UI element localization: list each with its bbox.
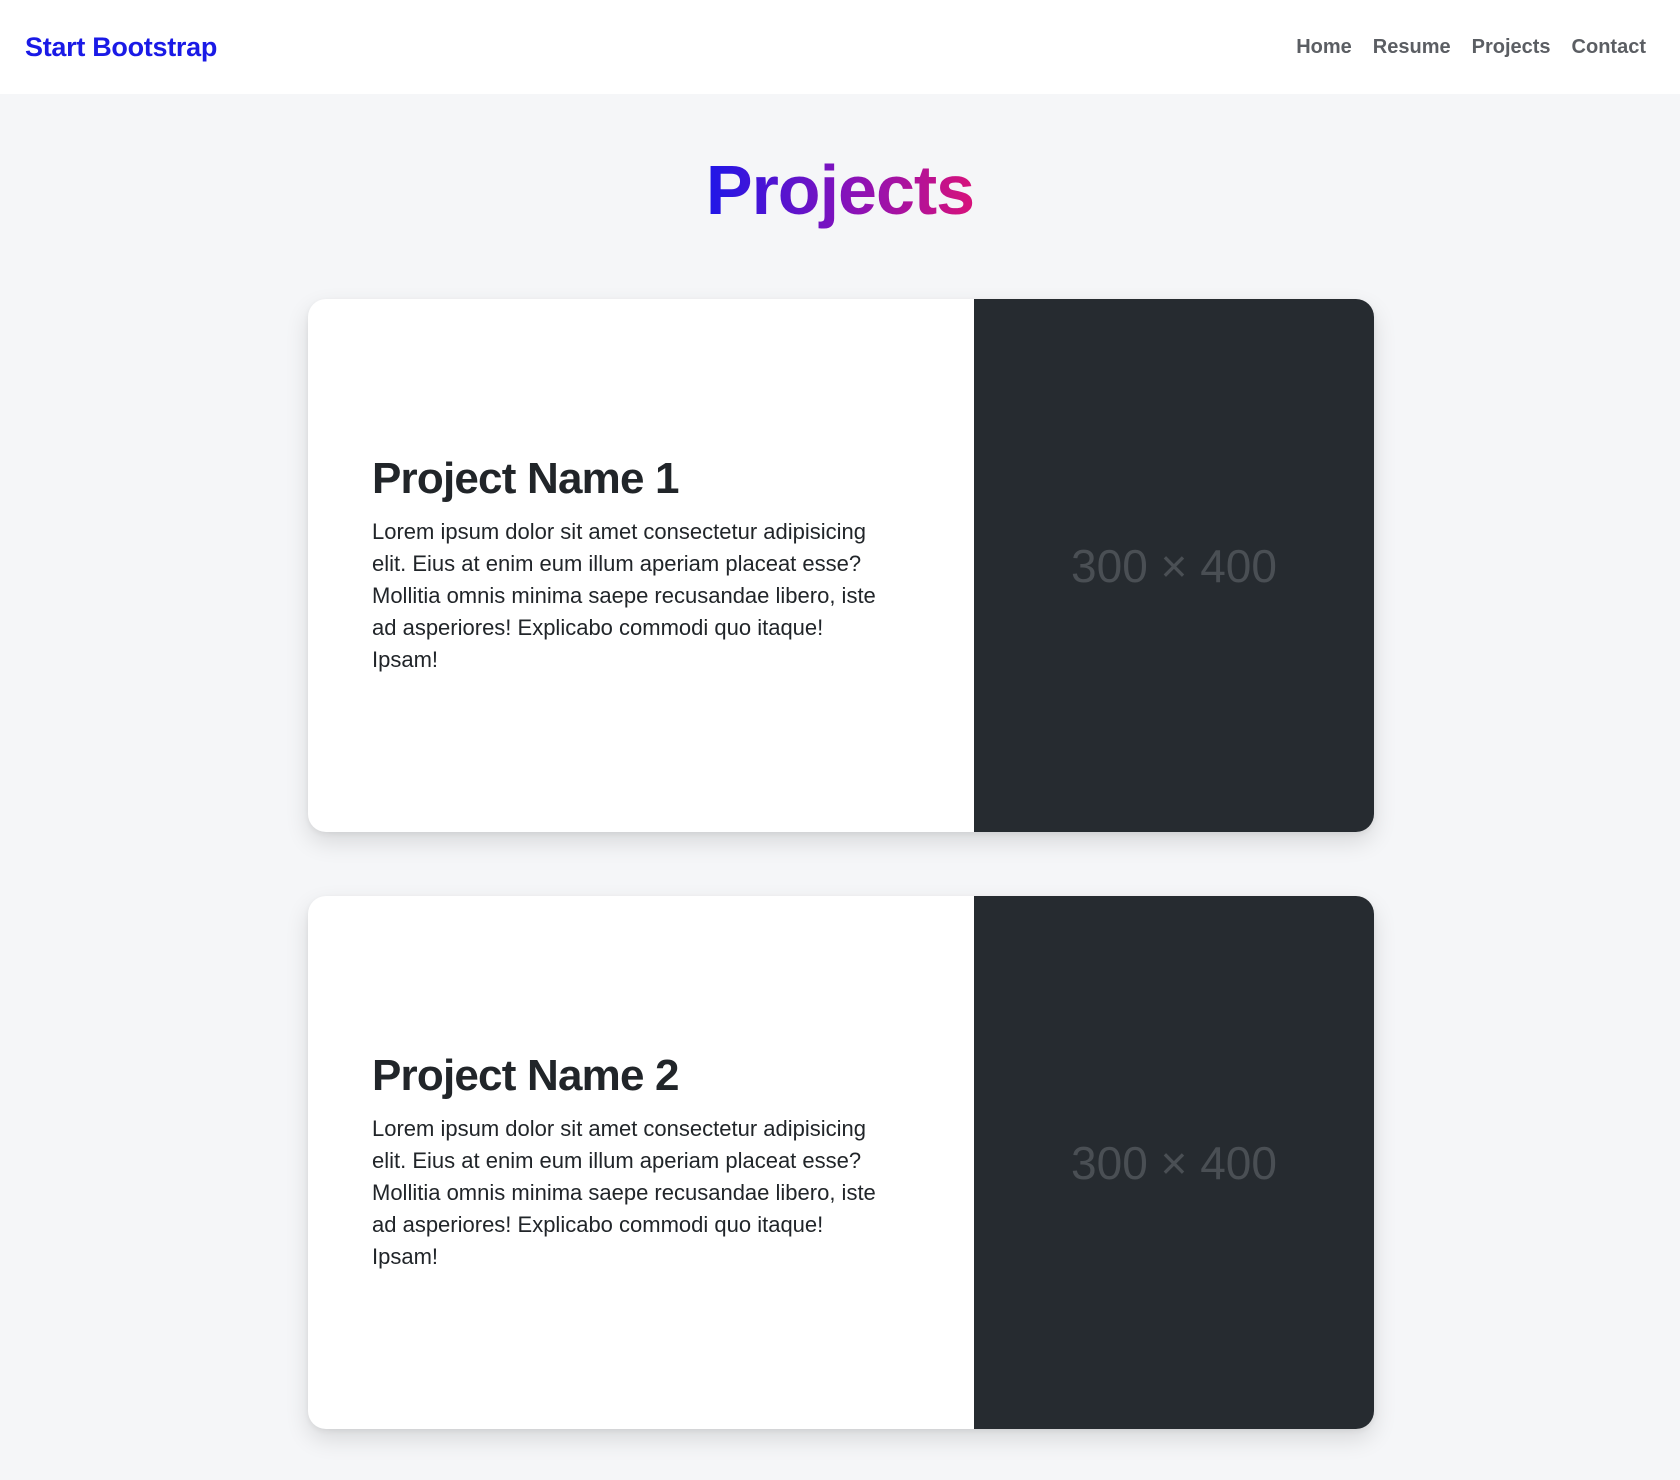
placeholder-dimensions-label: 300 × 400 (1071, 539, 1277, 592)
nav-link-home[interactable]: Home (1296, 36, 1352, 59)
placeholder-dimensions-label: 300 × 400 (1071, 1136, 1277, 1189)
project-image-placeholder: 300 × 400 (974, 299, 1374, 832)
project-image-placeholder: 300 × 400 (974, 896, 1374, 1429)
nav-link-projects[interactable]: Projects (1472, 36, 1551, 59)
project-title: Project Name 1 (372, 454, 680, 504)
brand-link[interactable]: Start Bootstrap (25, 32, 217, 63)
project-card-1: Project Name 1 Lorem ipsum dolor sit ame… (308, 299, 1374, 832)
page-title: Projects (0, 150, 1680, 231)
nav-link-contact[interactable]: Contact (1572, 36, 1646, 59)
navbar: Start Bootstrap Home Resume Projects Con… (0, 0, 1680, 94)
project-description: Lorem ipsum dolor sit amet consectetur a… (372, 1115, 876, 1269)
page-title-text: Projects (705, 151, 975, 229)
project-card-body: Project Name 1 Lorem ipsum dolor sit ame… (308, 299, 974, 832)
project-card-2: Project Name 2 Lorem ipsum dolor sit ame… (308, 896, 1374, 1429)
project-card-body: Project Name 2 Lorem ipsum dolor sit ame… (308, 896, 974, 1429)
project-title: Project Name 2 (372, 1051, 680, 1101)
nav-links: Home Resume Projects Contact (1296, 36, 1646, 59)
nav-link-resume[interactable]: Resume (1373, 36, 1451, 59)
project-description: Lorem ipsum dolor sit amet consectetur a… (372, 518, 876, 672)
